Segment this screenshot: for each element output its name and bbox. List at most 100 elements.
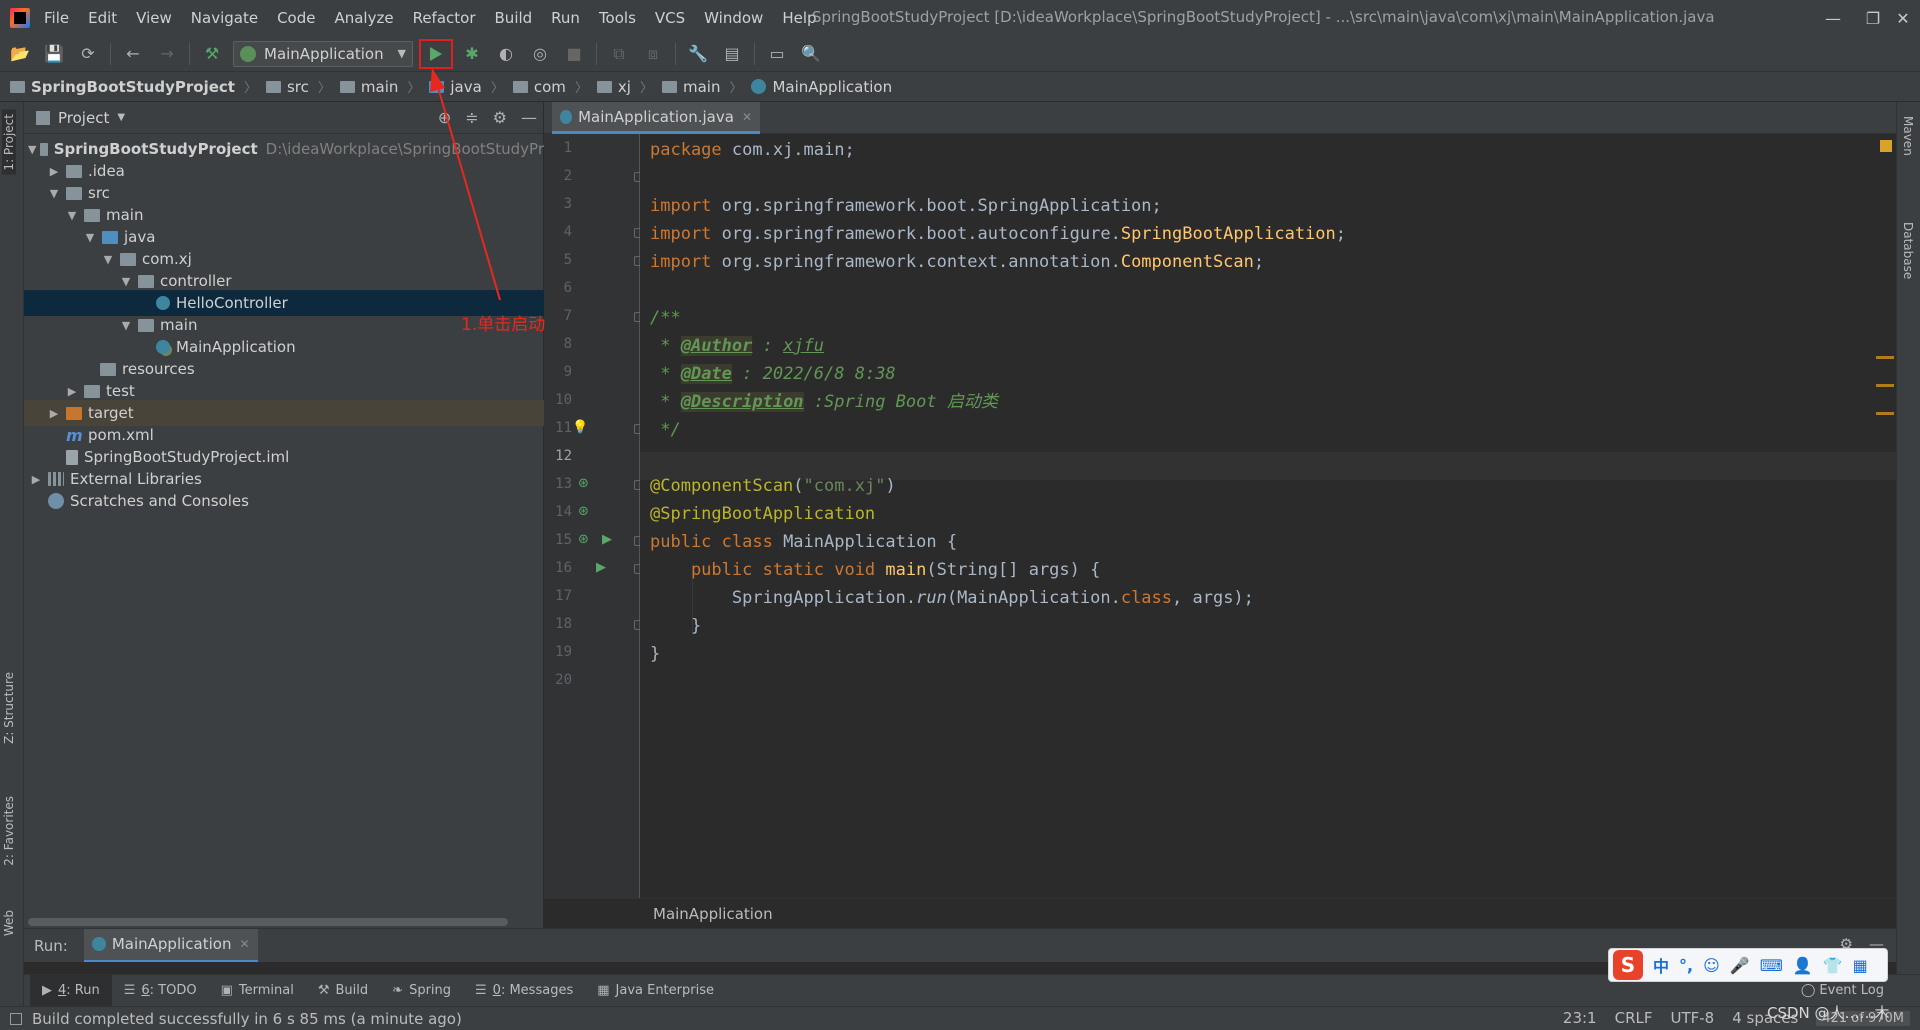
breadcrumb-item-project[interactable]: SpringBootStudyProject 〉 [10, 77, 266, 96]
tool-window-todo[interactable]: ☰ 6: TODO [112, 975, 209, 1007]
ime-emoji-icon[interactable]: ☺ [1703, 956, 1720, 975]
tool-window-java-enterprise[interactable]: ▦ Java Enterprise [585, 975, 726, 1007]
breadcrumb-item-src[interactable]: src 〉 [265, 77, 340, 96]
project-view-select[interactable]: Project [58, 109, 109, 127]
ime-user-icon[interactable]: 👤 [1793, 956, 1813, 975]
menu-code[interactable]: Code [277, 9, 315, 27]
run-with-coverage-icon[interactable]: ◐ [492, 40, 520, 68]
tool-tab-project[interactable]: 1: Project [2, 110, 16, 175]
gear-icon[interactable]: ⚙ [493, 108, 507, 127]
vcs-update-icon[interactable]: ⧉ [605, 40, 633, 68]
menu-view[interactable]: View [136, 9, 172, 27]
spring-bean-icon[interactable]: ⊛ [578, 476, 589, 491]
breadcrumb-item-main-package[interactable]: main 〉 [661, 77, 752, 96]
breadcrumb-item-xj[interactable]: xj 〉 [596, 77, 662, 96]
file-encoding[interactable]: UTF-8 [1670, 1009, 1714, 1027]
open-folder-icon[interactable]: 📂 [6, 40, 34, 68]
tree-expand-icon[interactable]: ▼ [82, 231, 98, 244]
editor-tab-mainapplication[interactable]: MainApplication.java ✕ [552, 102, 760, 134]
ime-voice-icon[interactable]: 🎤 [1730, 956, 1750, 975]
warning-mark[interactable] [1876, 384, 1894, 387]
tree-expand-icon[interactable]: ▶ [46, 165, 62, 178]
sogou-logo-icon[interactable]: S [1613, 950, 1643, 980]
spring-bean-icon[interactable]: ⊛ [578, 532, 589, 547]
tree-expand-icon[interactable]: ▼ [118, 319, 134, 332]
tool-tab-favorites[interactable]: 2: Favorites [2, 796, 16, 866]
tool-window-spring[interactable]: ❧ Spring [380, 975, 463, 1007]
menu-run[interactable]: Run [551, 9, 580, 27]
tree-item-scratches[interactable]: Scratches and Consoles [24, 488, 544, 514]
stop-icon[interactable]: ■ [560, 40, 588, 68]
menu-window[interactable]: Window [704, 9, 763, 27]
tree-expand-icon[interactable]: ▼ [28, 143, 36, 156]
forward-icon[interactable]: → [153, 40, 181, 68]
hide-icon[interactable]: — [521, 108, 537, 127]
ime-keyboard-icon[interactable]: ⌨ [1760, 956, 1783, 975]
build-hammer-icon[interactable]: ⚒ [198, 40, 226, 68]
run-gutter-icon[interactable]: ▶ [602, 532, 612, 547]
warning-indicator-icon[interactable] [1880, 140, 1892, 152]
breadcrumb-item-com[interactable]: com 〉 [512, 77, 597, 96]
caret-position[interactable]: 23:1 [1563, 1009, 1597, 1027]
run-tab-mainapplication[interactable]: MainApplication ✕ [83, 928, 258, 963]
menu-refactor[interactable]: Refactor [413, 9, 476, 27]
menu-analyze[interactable]: Analyze [334, 9, 393, 27]
tree-expand-icon[interactable]: ▼ [46, 187, 62, 200]
tree-expand-icon[interactable]: ▼ [100, 253, 116, 266]
tool-window-build[interactable]: ⚒ Build [306, 975, 380, 1007]
menu-file[interactable]: File [44, 9, 69, 27]
tool-tab-web[interactable]: Web [2, 910, 16, 936]
debug-bug-icon[interactable]: ✱ [458, 40, 486, 68]
spring-bean-icon[interactable]: ⊛ [578, 504, 589, 519]
warning-mark[interactable] [1876, 412, 1894, 415]
tool-tab-database[interactable]: Database [1901, 222, 1915, 279]
run-gutter-icon[interactable]: ▶ [596, 560, 606, 575]
line-separator[interactable]: CRLF [1615, 1009, 1653, 1027]
breadcrumb-item-java[interactable]: java 〉 [429, 77, 512, 96]
chevron-down-icon[interactable]: ▼ [117, 112, 125, 123]
tree-expand-icon[interactable]: ▼ [118, 275, 134, 288]
tree-expand-icon[interactable]: ▶ [64, 385, 80, 398]
close-icon[interactable]: ✕ [239, 937, 249, 951]
editor-footer-label[interactable]: MainApplication [653, 905, 773, 923]
tree-expand-icon[interactable]: ▶ [46, 407, 62, 420]
close-button[interactable]: ✕ [1880, 0, 1920, 36]
breadcrumb-item-main[interactable]: main 〉 [339, 77, 430, 96]
ime-chinese-mode[interactable]: 中 [1653, 953, 1669, 977]
tool-window-messages[interactable]: ☰ 0: Messages [463, 975, 585, 1007]
tool-tab-maven[interactable]: Maven [1901, 116, 1915, 156]
sync-icon[interactable]: ⟳ [74, 40, 102, 68]
save-all-icon[interactable]: 💾 [40, 40, 68, 68]
menu-tools[interactable]: Tools [599, 9, 636, 27]
ime-toolbox-icon[interactable]: ▦ [1853, 956, 1868, 975]
warning-mark[interactable] [1876, 356, 1894, 359]
code-editor[interactable]: package com.xj.main; import org.springfr… [640, 134, 1896, 898]
horizontal-scrollbar[interactable] [28, 918, 508, 926]
locate-target-icon[interactable]: ⊕ [438, 108, 451, 127]
event-log-button[interactable]: ◯ Event Log [1801, 983, 1884, 998]
breadcrumb-item-mainapplication[interactable]: MainApplication [751, 78, 892, 96]
status-message[interactable]: Build completed successfully in 6 s 85 m… [10, 1010, 462, 1028]
menu-navigate[interactable]: Navigate [191, 9, 258, 27]
tool-window-run[interactable]: ▶ 4: Run [30, 974, 112, 1007]
search-icon[interactable]: 🔍 [797, 40, 825, 68]
tree-expand-icon[interactable]: ▶ [28, 473, 44, 486]
collapse-all-icon[interactable]: ≑ [465, 108, 478, 127]
project-structure-icon[interactable]: ▤ [718, 40, 746, 68]
vcs-commit-icon[interactable]: ⧈ [639, 40, 667, 68]
lightbulb-icon[interactable]: 💡 [572, 420, 588, 435]
menu-edit[interactable]: Edit [88, 9, 117, 27]
tree-expand-icon[interactable]: ▼ [64, 209, 80, 222]
menu-build[interactable]: Build [495, 9, 533, 27]
run-button[interactable] [419, 38, 453, 69]
ime-skin-icon[interactable]: 👕 [1823, 956, 1843, 975]
tool-windows-toggle-icon[interactable] [10, 1012, 22, 1025]
presentation-icon[interactable]: ▭ [763, 40, 791, 68]
ime-punctuation-icon[interactable]: °, [1679, 956, 1693, 975]
tool-window-terminal[interactable]: ▣ Terminal [209, 975, 306, 1007]
menu-vcs[interactable]: VCS [655, 9, 685, 27]
settings-wrench-icon[interactable]: 🔧 [684, 40, 712, 68]
tool-tab-structure[interactable]: Z: Structure [2, 672, 16, 744]
close-icon[interactable]: ✕ [742, 110, 752, 124]
back-icon[interactable]: ← [119, 40, 147, 68]
